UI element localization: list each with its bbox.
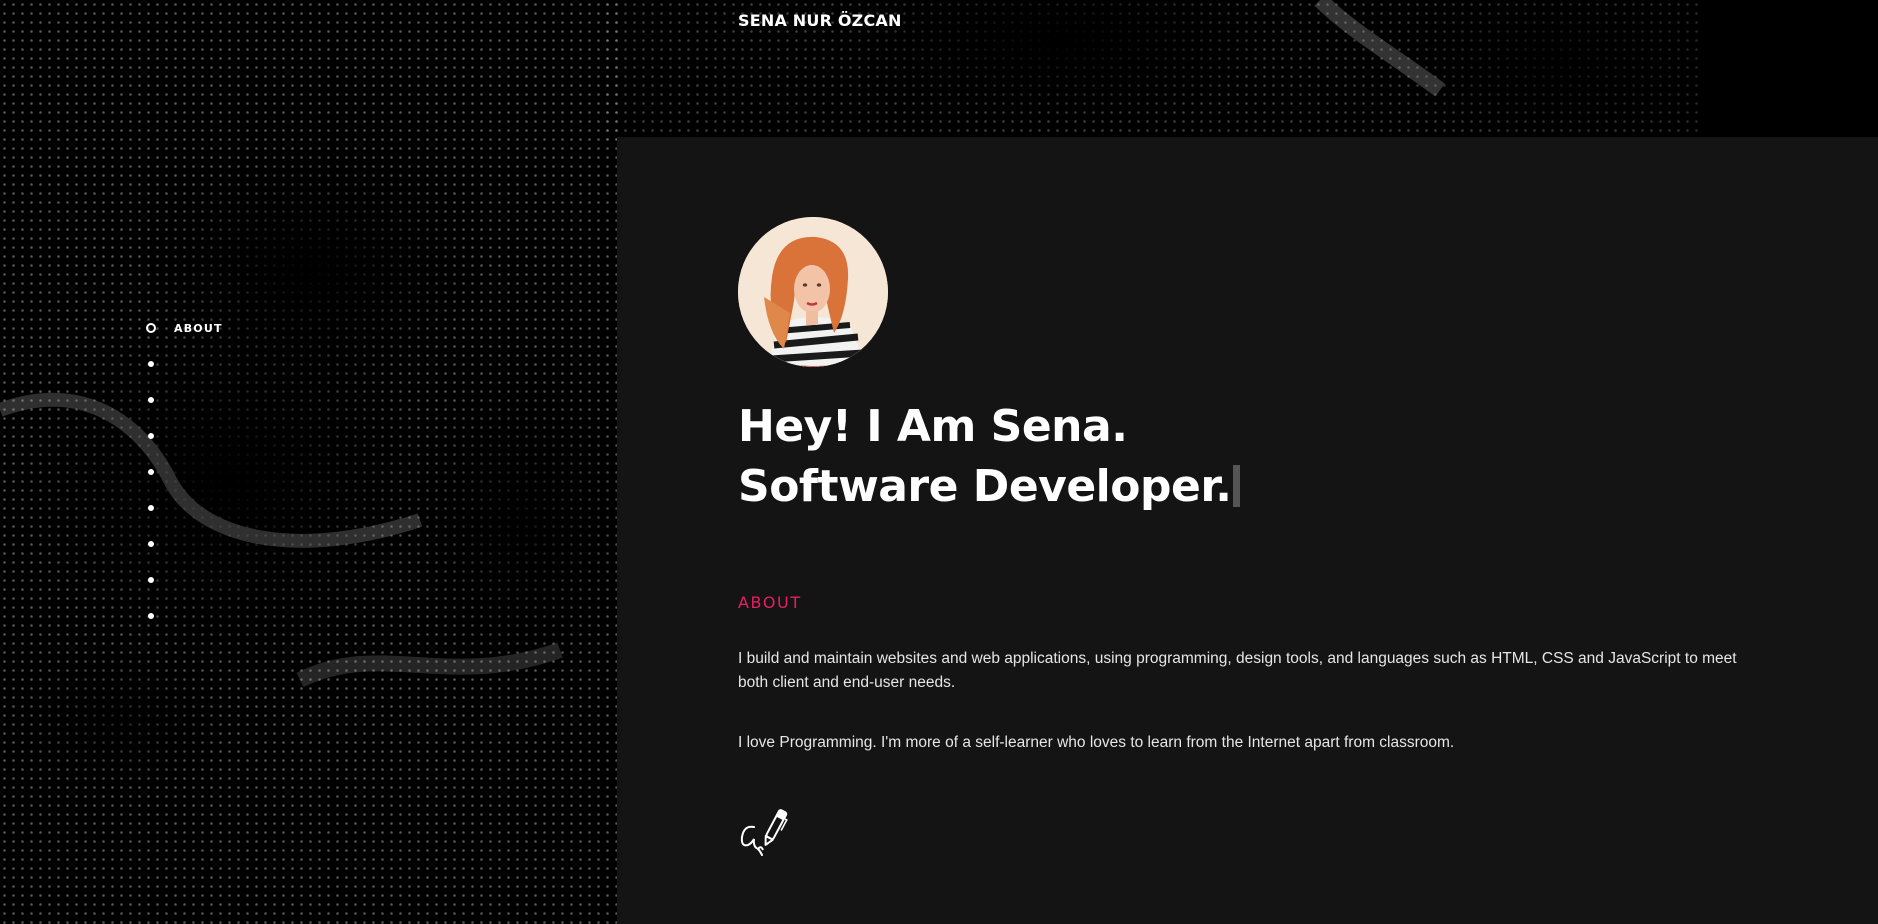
nav-item-8[interactable]: [141, 562, 401, 598]
nav-dot-active-icon: [146, 323, 156, 333]
nav-dot-icon: [148, 505, 154, 511]
nav-item-7[interactable]: [141, 526, 401, 562]
nav-dot-icon: [148, 433, 154, 439]
section-dot-nav: ABOUT: [141, 310, 401, 634]
nav-item-label: ABOUT: [174, 321, 223, 335]
nav-dot-icon: [148, 469, 154, 475]
nav-dot-icon: [148, 541, 154, 547]
hero-line-2: Software Developer.: [738, 461, 1232, 512]
nav-item-9[interactable]: [141, 598, 401, 634]
nav-item-3[interactable]: [141, 382, 401, 418]
nav-dot-icon: [148, 613, 154, 619]
nav-item-5[interactable]: [141, 454, 401, 490]
about-paragraph-1: I build and maintain websites and web ap…: [738, 650, 1737, 691]
page: SENA NUR ÖZCAN ABOUT Hey! I Am Sena. Sof…: [0, 0, 1878, 924]
nav-dot-icon: [148, 577, 154, 583]
avatar: [738, 217, 888, 367]
nav-dot-icon: [148, 397, 154, 403]
nav-item-2[interactable]: [141, 346, 401, 382]
typing-cursor-icon: [1233, 465, 1241, 507]
about-paragraph-2: I love Programming. I'm more of a self-l…: [738, 734, 1455, 751]
nav-dot-icon: [148, 361, 154, 367]
nav-item-6[interactable]: [141, 490, 401, 526]
about-section-title: ABOUT: [738, 593, 802, 612]
content-panel: Hey! I Am Sena. Software Developer. ABOU…: [617, 137, 1878, 924]
nav-item-about[interactable]: ABOUT: [141, 310, 401, 346]
nav-item-4[interactable]: [141, 418, 401, 454]
hero-line-1: Hey! I Am Sena.: [738, 401, 1128, 452]
profile-photo-icon: [738, 217, 888, 367]
signature-pen-icon: [740, 809, 788, 856]
hero-headline: Hey! I Am Sena. Software Developer.: [738, 397, 1241, 517]
brand-logo-link[interactable]: SENA NUR ÖZCAN: [738, 11, 902, 30]
